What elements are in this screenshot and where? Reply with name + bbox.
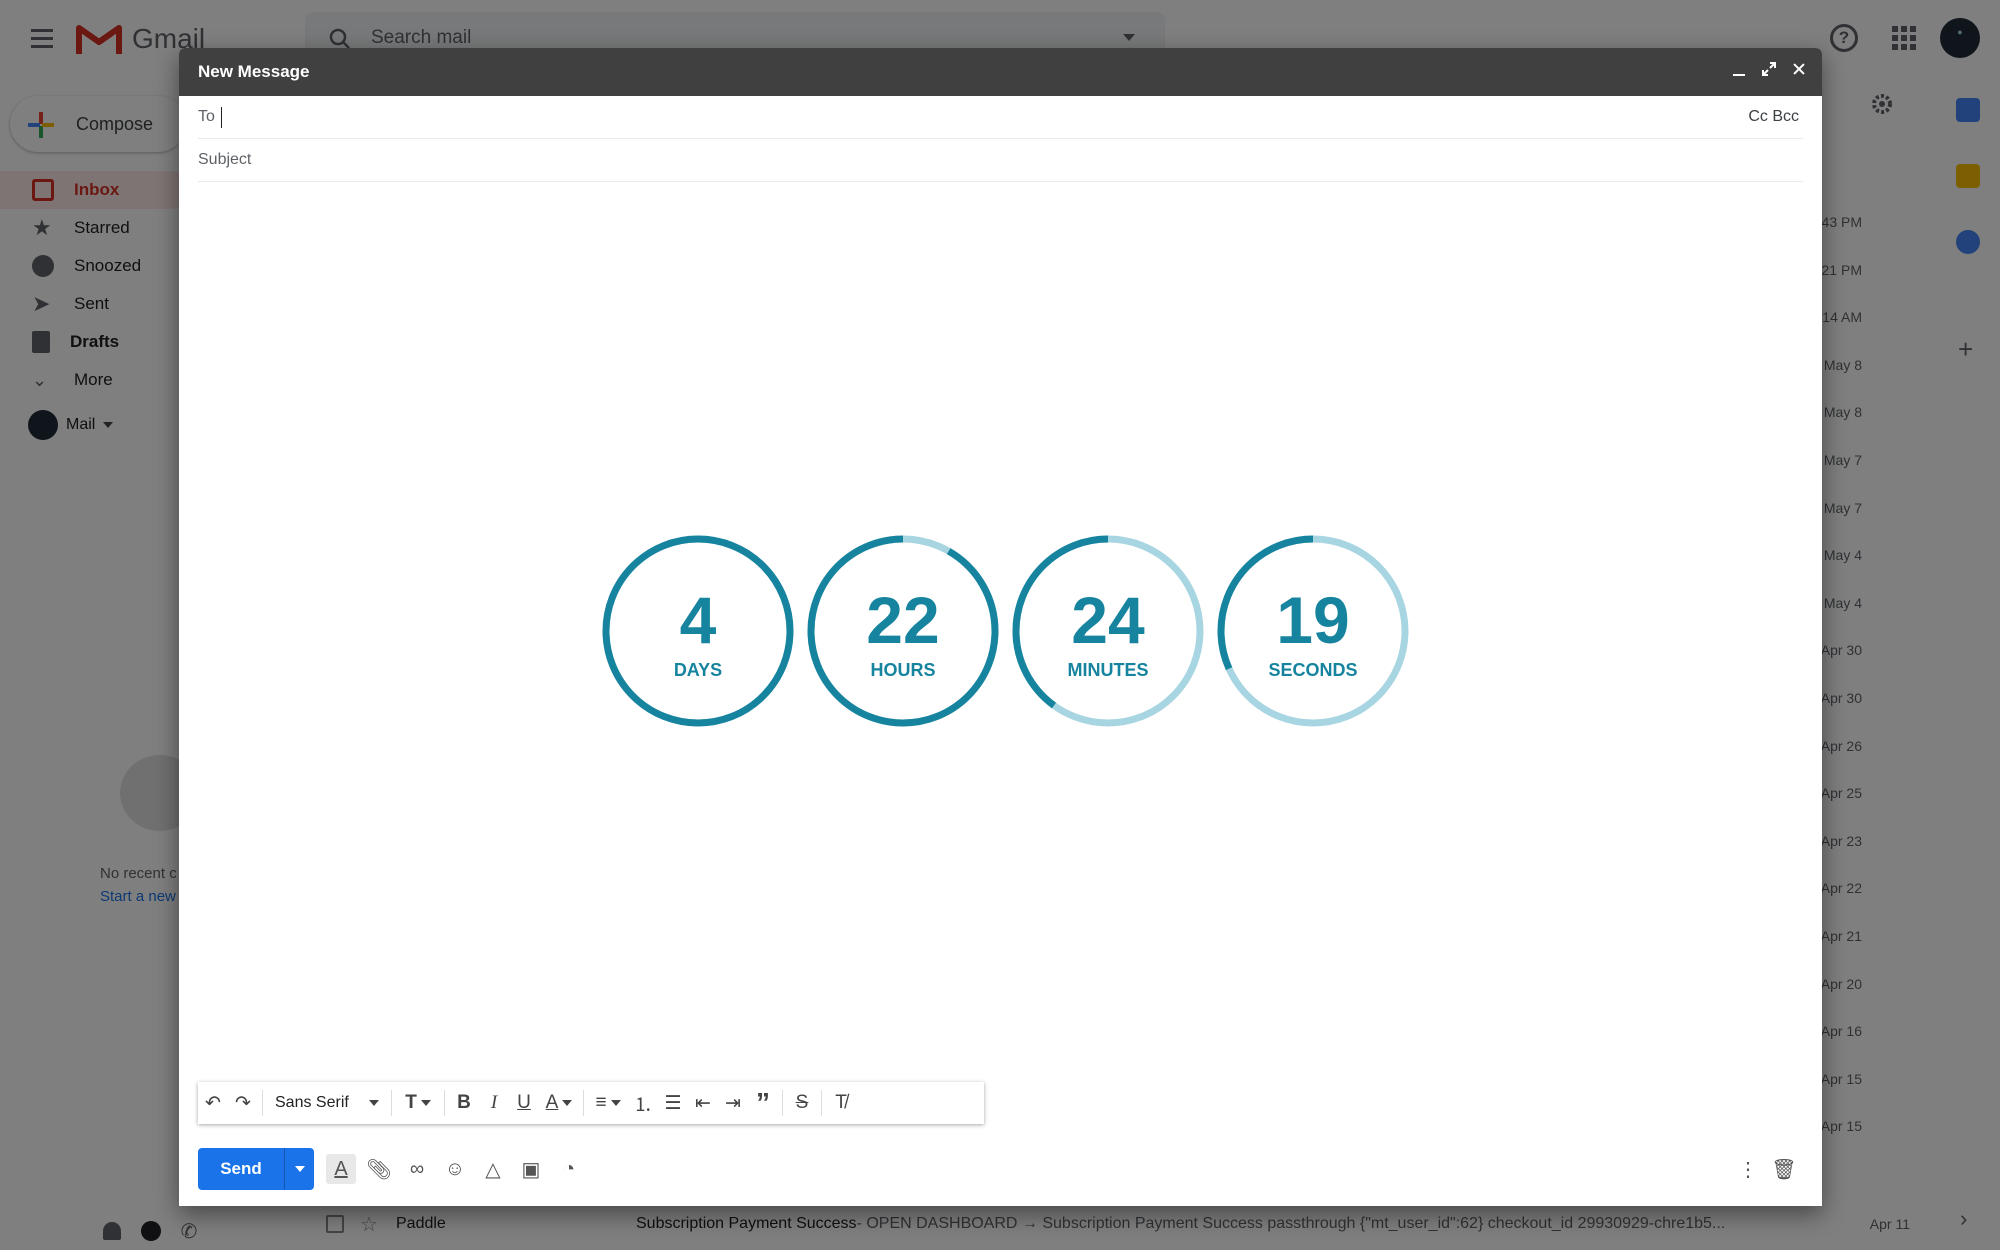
discard-draft-icon[interactable]: 🗑︎ xyxy=(1769,1154,1799,1184)
font-family-select[interactable]: Sans Serif xyxy=(267,1094,387,1112)
timer-value: 19 xyxy=(1276,583,1349,657)
chevron-down-icon xyxy=(294,1166,305,1172)
bold-icon[interactable]: B xyxy=(449,1088,479,1118)
bulleted-list-icon[interactable]: ☰ xyxy=(658,1088,688,1118)
italic-icon[interactable]: I xyxy=(479,1088,509,1118)
insert-link-icon[interactable]: ∞ xyxy=(402,1154,432,1184)
emoji-icon[interactable]: ☺ xyxy=(440,1154,470,1184)
fullscreen-icon[interactable] xyxy=(1760,60,1778,78)
toolbar-divider xyxy=(782,1090,783,1116)
cc-bcc-link[interactable]: Cc Bcc xyxy=(1748,108,1799,126)
timer-unit-seconds: 19 SECONDS xyxy=(1217,535,1409,727)
formatting-options-icon[interactable]: A xyxy=(326,1154,356,1184)
chevron-down-icon xyxy=(369,1100,379,1106)
compose-actions: Send A 📎︎ ∞ ☺ △ ▣ ◔ ⋮ 🗑︎ xyxy=(198,1148,1803,1190)
timer-value: 22 xyxy=(866,583,939,657)
countdown-timer-image: 4 DAYS 22 HOURS 24 MINUTES 19 SECONDS xyxy=(602,535,1409,727)
compose-dialog: New Message To Cc Bcc Subject 4 DAYS 22 HOU… xyxy=(179,48,1822,1206)
to-field[interactable]: To Cc Bcc xyxy=(198,96,1803,139)
timer-value: 24 xyxy=(1071,583,1145,657)
text-cursor xyxy=(220,106,222,128)
timer-unit-days: 4 DAYS xyxy=(602,535,794,727)
indent-more-icon[interactable]: ⇥ xyxy=(718,1088,748,1118)
timer-label: MINUTES xyxy=(1068,660,1149,680)
numbered-list-icon[interactable]: ⒈ xyxy=(628,1088,658,1118)
quote-icon[interactable]: ” xyxy=(748,1087,778,1118)
toolbar-divider xyxy=(262,1090,263,1116)
indent-less-icon[interactable]: ⇤ xyxy=(688,1088,718,1118)
toolbar-divider xyxy=(444,1090,445,1116)
toolbar-divider xyxy=(391,1090,392,1116)
confidential-mode-icon[interactable]: ◔ xyxy=(554,1154,584,1184)
font-family-label: Sans Serif xyxy=(275,1094,349,1111)
toolbar-divider xyxy=(583,1090,584,1116)
underline-icon[interactable]: U xyxy=(509,1088,539,1118)
send-options-button[interactable] xyxy=(284,1148,314,1190)
timer-unit-hours: 22 HOURS xyxy=(807,535,999,727)
compose-header[interactable]: New Message xyxy=(179,48,1822,96)
insert-photo-icon[interactable]: ▣ xyxy=(516,1154,546,1184)
text-color-icon[interactable]: A xyxy=(539,1088,579,1118)
toolbar-divider xyxy=(821,1090,822,1116)
redo-icon[interactable]: ↷ xyxy=(228,1088,258,1118)
more-options-icon[interactable]: ⋮ xyxy=(1733,1154,1763,1184)
subject-field[interactable]: Subject xyxy=(198,139,1803,182)
close-icon[interactable] xyxy=(1790,60,1808,78)
to-label: To xyxy=(198,108,215,125)
send-button[interactable]: Send xyxy=(198,1148,284,1190)
font-size-icon[interactable]: T xyxy=(396,1088,440,1118)
compose-title: New Message xyxy=(198,62,310,81)
timer-unit-minutes: 24 MINUTES xyxy=(1012,535,1204,727)
timer-label: DAYS xyxy=(674,660,722,680)
undo-icon[interactable]: ↶ xyxy=(198,1088,228,1118)
strikethrough-icon[interactable]: S xyxy=(787,1088,817,1118)
remove-formatting-icon[interactable]: T̸ xyxy=(826,1088,856,1118)
drive-icon[interactable]: △ xyxy=(478,1154,508,1184)
timer-label: SECONDS xyxy=(1268,660,1357,680)
attach-file-icon[interactable]: 📎︎ xyxy=(364,1154,394,1184)
minimize-icon[interactable] xyxy=(1730,60,1748,78)
timer-value: 4 xyxy=(680,583,717,657)
subject-input[interactable]: Subject xyxy=(198,151,251,169)
formatting-toolbar: ↶ ↷ Sans Serif T B I U A ≡ ⒈ ☰ ⇤ ⇥ ” S T… xyxy=(198,1082,984,1124)
align-icon[interactable]: ≡ xyxy=(588,1088,628,1118)
timer-label: HOURS xyxy=(870,660,935,680)
